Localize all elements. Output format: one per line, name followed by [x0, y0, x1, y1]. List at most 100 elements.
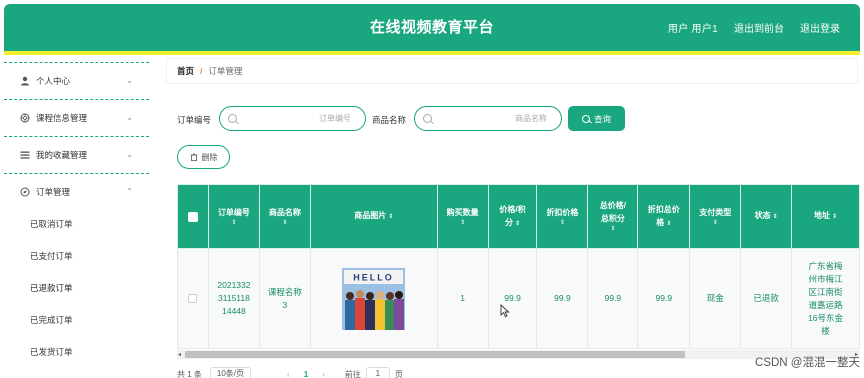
- order-no-input[interactable]: [237, 114, 365, 123]
- sidebar-divider: [4, 99, 149, 100]
- sidebar-item-label: 订单管理: [36, 187, 71, 197]
- chevron-up-icon: ⌃: [126, 187, 133, 196]
- column-header-pay-type[interactable]: 支付类型 ⇕: [689, 184, 742, 249]
- sidebar-subitem-completed-orders[interactable]: 已完成订单: [4, 305, 149, 335]
- top-header: 在线视频教育平台 用户 用户1 退出到前台 退出登录: [4, 4, 860, 51]
- sidebar-subitem-paid-orders[interactable]: 已支付订单: [4, 241, 149, 271]
- cell-product-name: 课程名称 3: [258, 248, 311, 349]
- header-accent-strip: [4, 51, 860, 55]
- column-header-quantity[interactable]: 购买数量 ⇕: [436, 184, 489, 249]
- breadcrumb-separator: /: [200, 66, 203, 76]
- sidebar-divider: [4, 62, 149, 63]
- search-icon: [228, 114, 237, 123]
- sort-icon[interactable]: ⇕: [441, 219, 485, 228]
- row-checkbox[interactable]: [188, 294, 198, 303]
- cell-quantity: 1: [436, 248, 489, 349]
- column-header-discount-price[interactable]: 折扣价格 ⇕: [536, 184, 589, 249]
- sort-icon[interactable]: ⇕: [773, 214, 778, 220]
- product-name-search-box[interactable]: [414, 106, 562, 131]
- header-nav: 用户 用户1 退出到前台 退出登录: [668, 4, 840, 51]
- column-header-product-image[interactable]: 商品图片 ⇕: [309, 184, 438, 249]
- back-to-front-link[interactable]: 退出到前台: [734, 20, 784, 35]
- select-all-cell[interactable]: [177, 184, 209, 249]
- goto-label: 前往: [344, 369, 361, 378]
- sidebar-item-label: 个人中心: [36, 76, 71, 86]
- logout-link[interactable]: 退出登录: [800, 20, 840, 35]
- cell-discount-total: 99.9: [637, 248, 691, 349]
- pagination: 共 1 条 10条/页 ‹ 1 › 前往 1 页: [177, 367, 403, 378]
- column-header-status[interactable]: 状态 ⇕: [740, 184, 793, 249]
- list-icon: [20, 150, 30, 160]
- delete-button[interactable]: 删除: [177, 145, 230, 169]
- chevron-down-icon: ⌄: [126, 76, 133, 85]
- sidebar-item-personal-center[interactable]: 个人中心 ⌄: [4, 64, 149, 98]
- sidebar-item-favorites[interactable]: 我的收藏管理 ⌄: [4, 138, 149, 172]
- cell-order-no: 2021332 3115118 14448: [207, 248, 260, 349]
- chevron-down-icon: ⌄: [126, 150, 133, 159]
- sort-icon[interactable]: ⇕: [515, 221, 520, 227]
- compass-icon: [20, 187, 30, 197]
- cell-status: 已退款: [740, 248, 793, 349]
- sidebar-subitem-cancelled-orders[interactable]: 已取消订单: [4, 209, 149, 239]
- goto-page-input[interactable]: 1: [365, 367, 390, 378]
- cell-total-price: 99.9: [587, 248, 639, 349]
- query-button[interactable]: 查询: [568, 106, 625, 131]
- page-suffix: 页: [394, 369, 403, 378]
- csdn-watermark: CSDN @混混一整天: [755, 357, 860, 369]
- sort-icon[interactable]: ⇕: [832, 214, 837, 220]
- sort-icon[interactable]: ⇕: [540, 219, 584, 228]
- order-table-wrap: 订单编号 ⇕ 商品名称 ⇕ 商品图片 ⇕ 购买数量 ⇕ 价格/积分 ⇕ 折扣价格 ⇕ 总价格…: [177, 184, 860, 359]
- sort-icon[interactable]: ⇕: [212, 219, 256, 228]
- sort-icon[interactable]: ⇕: [388, 214, 393, 220]
- search-icon: [423, 114, 432, 123]
- next-page-button[interactable]: ›: [322, 370, 325, 378]
- scrollbar-thumb[interactable]: [185, 351, 685, 358]
- sidebar-subitem-shipped-orders[interactable]: 已发货订单: [4, 337, 149, 367]
- column-header-price[interactable]: 价格/积分 ⇕: [487, 184, 538, 249]
- sort-icon[interactable]: ⇕: [591, 225, 634, 234]
- current-user-label: 用户 用户1: [667, 24, 718, 35]
- sort-icon[interactable]: ⇕: [666, 221, 671, 227]
- sidebar-subitem-refunded-orders[interactable]: 已退款订单: [4, 273, 149, 303]
- column-header-address[interactable]: 地址 ⇕: [791, 184, 860, 249]
- product-name-input[interactable]: [432, 114, 561, 123]
- page-size-select[interactable]: 10条/页: [209, 367, 252, 378]
- table-row[interactable]: 2021332 3115118 14448 课程名称 3 HELLO 1 99.…: [177, 248, 860, 349]
- sidebar: 个人中心 ⌄ 课程信息管理 ⌄ 我的收藏管理 ⌄ 订单管理 ⌃ 已取消订单 已支…: [4, 58, 151, 378]
- sidebar-item-label: 课程信息管理: [36, 113, 88, 123]
- cell-address: 广东省梅 州市梅江 区江南街 道嘉运路 16号东金楼: [791, 248, 860, 349]
- sidebar-item-course-info[interactable]: 课程信息管理 ⌄: [4, 101, 149, 135]
- sort-icon[interactable]: ⇕: [693, 219, 737, 228]
- delete-button-label: 删除: [201, 152, 218, 162]
- breadcrumb: 首页 / 订单管理: [166, 58, 858, 84]
- cell-discount-price: 99.9: [536, 248, 589, 349]
- column-header-product-name[interactable]: 商品名称 ⇕: [258, 184, 311, 249]
- search-icon: [581, 114, 590, 123]
- column-header-order-no[interactable]: 订单编号 ⇕: [207, 184, 260, 249]
- cell-product-image: HELLO: [309, 248, 438, 349]
- prev-page-button[interactable]: ‹: [287, 370, 290, 378]
- sort-icon[interactable]: ⇕: [263, 219, 307, 228]
- order-table: 订单编号 ⇕ 商品名称 ⇕ 商品图片 ⇕ 购买数量 ⇕ 价格/积分 ⇕ 折扣价格 ⇕ 总价格…: [177, 184, 860, 349]
- breadcrumb-home[interactable]: 首页: [177, 65, 194, 77]
- page-number-current[interactable]: 1: [304, 370, 308, 378]
- query-button-label: 查询: [593, 113, 611, 124]
- sidebar-divider: [4, 173, 149, 174]
- cell-price: 99.9: [487, 248, 538, 349]
- select-all-checkbox[interactable]: [187, 211, 198, 222]
- sidebar-item-label: 我的收藏管理: [36, 150, 88, 160]
- breadcrumb-current: 订单管理: [208, 66, 243, 76]
- column-header-discount-total[interactable]: 折扣总价格 ⇕: [637, 184, 691, 249]
- total-count: 共 1 条: [177, 369, 202, 378]
- product-thumbnail[interactable]: HELLO: [342, 267, 406, 330]
- order-no-search-box[interactable]: [219, 106, 366, 131]
- cell-pay-type: 现金: [689, 248, 742, 349]
- order-no-label: 订单编号: [177, 115, 212, 125]
- product-name-label: 商品名称: [372, 115, 407, 125]
- row-select-cell[interactable]: [177, 248, 209, 349]
- sidebar-item-order-management[interactable]: 订单管理 ⌃: [4, 175, 149, 209]
- table-header-row: 订单编号 ⇕ 商品名称 ⇕ 商品图片 ⇕ 购买数量 ⇕ 价格/积分 ⇕ 折扣价格 ⇕ 总价格…: [177, 184, 860, 249]
- trash-icon: [190, 153, 197, 161]
- column-header-total-price[interactable]: 总价格/总积分 ⇕: [587, 184, 639, 249]
- scroll-left-icon[interactable]: ◂: [178, 351, 181, 358]
